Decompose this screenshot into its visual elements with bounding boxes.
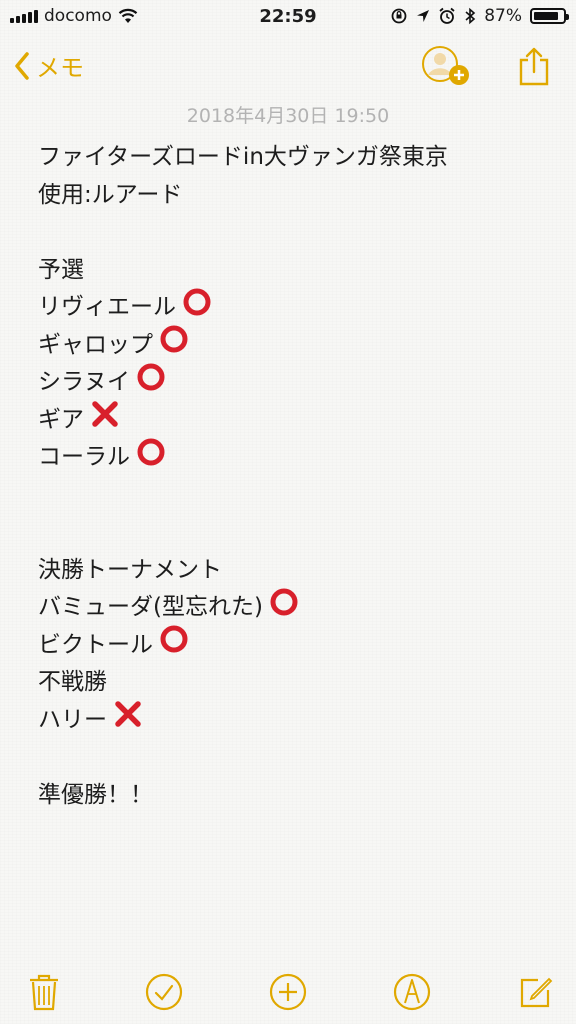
note-timestamp: 2018年4月30日 19:50 [186, 105, 390, 127]
note-line: 使用:ルアード [38, 177, 558, 215]
note-line [38, 514, 558, 552]
note-line: コーラル [38, 437, 558, 480]
note-line [38, 214, 558, 252]
location-arrow-icon [417, 10, 430, 22]
checkmark-circle-icon [145, 973, 183, 1011]
note-line: 準優勝！！ [38, 777, 558, 815]
back-button[interactable]: メモ [14, 48, 84, 83]
note-line [38, 477, 558, 515]
bluetooth-icon [465, 7, 476, 25]
note-line-text: コーラル [38, 444, 130, 470]
delete-button[interactable] [24, 972, 64, 1012]
note-line: ギャロップ [38, 324, 558, 367]
note-line-text: ギア [38, 406, 84, 433]
red-circle-icon [136, 437, 166, 480]
note-line: シラヌイ [38, 362, 558, 405]
note-line-text: ビクトール [38, 631, 153, 658]
red-circle-icon [182, 287, 212, 330]
share-button[interactable] [516, 46, 552, 88]
note-line [38, 739, 558, 777]
navigation-bar: メモ [0, 40, 576, 94]
sketch-button[interactable] [392, 972, 432, 1012]
red-circle-icon [159, 624, 189, 667]
note-line: 不戦勝 [38, 664, 558, 702]
back-button-label: メモ [36, 54, 84, 82]
note-line: 決勝トーナメント [38, 552, 558, 590]
pen-circle-icon [393, 973, 431, 1011]
note-line: ファイターズロードin大ヴァンガ祭東京 [38, 139, 558, 177]
note-line-text: バミューダ(型忘れた) [38, 594, 263, 620]
note-line-text: 準優勝！！ [38, 781, 153, 808]
red-circle-icon [269, 587, 299, 630]
note-line-text: シラヌイ [38, 369, 130, 395]
compose-icon [520, 977, 553, 1008]
add-button[interactable] [268, 972, 308, 1012]
note-line: バミューダ(型忘れた) [38, 587, 558, 630]
chevron-left-icon [15, 51, 29, 80]
rotation-lock-icon [391, 8, 407, 24]
compose-button[interactable] [516, 972, 556, 1012]
red-cross-icon [90, 399, 120, 442]
plus-circle-icon [269, 973, 307, 1011]
note-line-text: ギャロップ [38, 331, 153, 358]
add-people-button[interactable] [420, 44, 472, 88]
note-line: リヴィエール [38, 287, 558, 330]
note-line: ハリー [38, 699, 558, 742]
note-line: ビクトール [38, 624, 558, 667]
note-line-text: ファイターズロードin大ヴァンガ祭東京 [38, 144, 448, 170]
battery-percent: 87% [484, 6, 522, 26]
bottom-toolbar [0, 954, 576, 1024]
note-line-text: 決勝トーナメント [38, 556, 222, 583]
status-bar: docomo 22:59 87% [0, 0, 576, 34]
note-line: 予選 [38, 252, 558, 290]
note-line-text: 予選 [38, 256, 84, 283]
note-line-text: 不戦勝 [38, 669, 107, 695]
note-line: ギア [38, 399, 558, 442]
checklist-button[interactable] [144, 972, 184, 1012]
alarm-icon [439, 7, 455, 24]
note-line-text: ハリー [38, 706, 107, 733]
trash-icon [30, 974, 58, 1011]
note-line-text: リヴィエール [38, 294, 176, 320]
share-icon [519, 47, 549, 86]
battery-icon [530, 8, 569, 24]
add-person-icon [422, 46, 469, 85]
note-body[interactable]: ファイターズロードin大ヴァンガ祭東京 使用:ルアード 予選リヴィエール ギャロップシ… [38, 139, 558, 814]
red-circle-icon [159, 324, 189, 367]
note-line-text: 使用:ルアード [38, 181, 183, 208]
red-cross-icon [113, 699, 143, 742]
red-circle-icon [136, 362, 166, 405]
